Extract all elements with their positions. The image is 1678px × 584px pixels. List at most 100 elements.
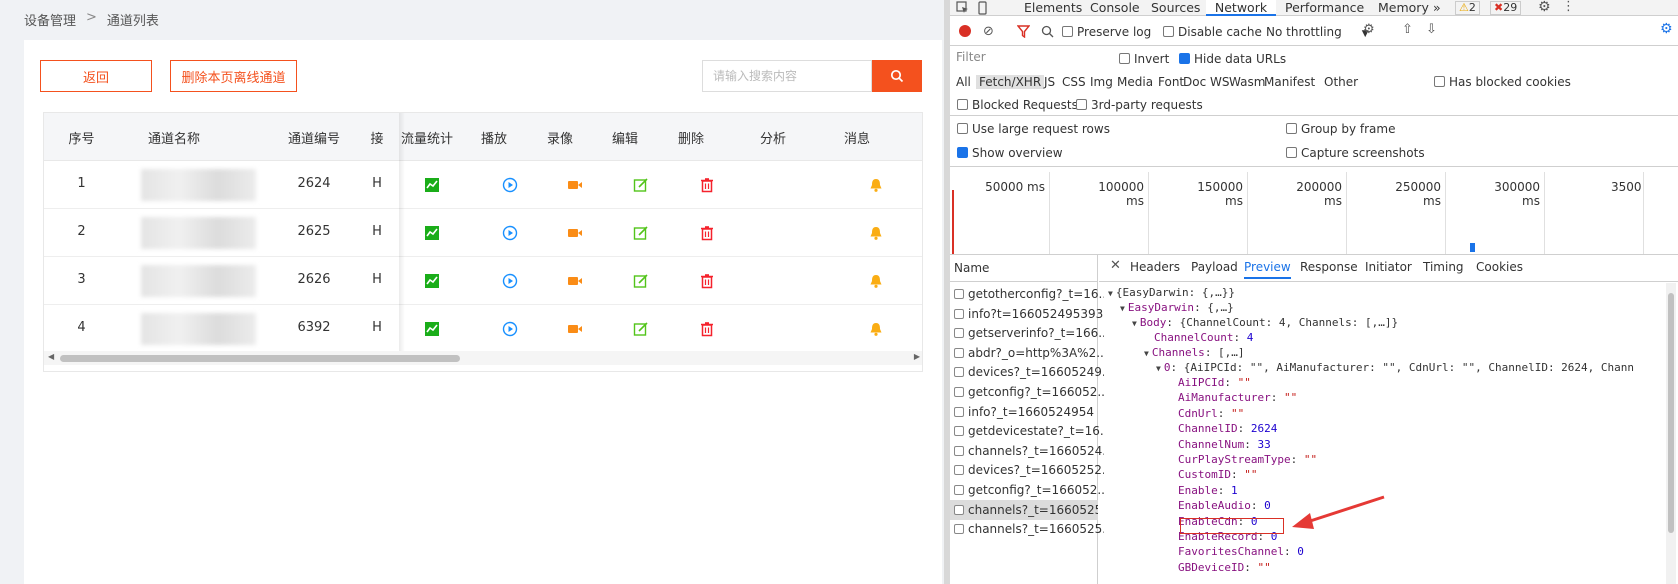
- request-row[interactable]: channels?_t=1660524...: [954, 441, 1104, 461]
- settings-gear-icon[interactable]: ⚙: [1538, 0, 1551, 15]
- tree-channelcount[interactable]: ChannelCount: 4: [1154, 331, 1253, 344]
- search-input[interactable]: 请输入搜索内容: [702, 60, 872, 92]
- tree-field[interactable]: CustomID: "": [1178, 468, 1257, 481]
- bell-icon[interactable]: [868, 225, 884, 241]
- show-overview-check[interactable]: [957, 147, 968, 158]
- record-video-icon[interactable]: [567, 225, 583, 241]
- type-filter-wasm[interactable]: Wasm: [1229, 75, 1265, 89]
- tree-field[interactable]: ChannelID: 2624: [1178, 422, 1277, 435]
- tree-field[interactable]: FavoritesChannel: 0: [1178, 545, 1304, 558]
- record-video-icon[interactable]: [567, 177, 583, 193]
- show-overview-checkbox[interactable]: Show overview: [957, 146, 1063, 160]
- request-row[interactable]: info?_t=1660524954: [954, 402, 1104, 422]
- network-settings-icon[interactable]: ⚙: [1660, 21, 1673, 37]
- bell-icon[interactable]: [868, 273, 884, 289]
- tree-field[interactable]: EnableAudio: 0: [1178, 499, 1271, 512]
- tree-field[interactable]: AiManufacturer: "": [1178, 391, 1297, 404]
- preserve-log-check[interactable]: [1062, 26, 1073, 37]
- hide-data-urls-check[interactable]: [1179, 53, 1190, 64]
- breadcrumb-device-management[interactable]: 设备管理: [24, 10, 76, 29]
- detail-tab-cookies[interactable]: Cookies: [1476, 260, 1523, 274]
- request-row[interactable]: getdevicestate?_t=16...: [954, 421, 1104, 441]
- has-blocked-cookies-check[interactable]: [1434, 76, 1445, 87]
- edit-icon[interactable]: [633, 177, 649, 193]
- traffic-chart-icon[interactable]: [424, 273, 440, 289]
- edit-icon[interactable]: [633, 273, 649, 289]
- hide-data-urls-checkbox[interactable]: Hide data URLs: [1179, 52, 1286, 66]
- more-tabs-button[interactable]: »: [1433, 0, 1441, 16]
- play-icon[interactable]: [502, 177, 518, 193]
- expand-triangle-icon[interactable]: ▼: [1120, 304, 1125, 313]
- type-filter-fetchxhr[interactable]: Fetch/XHR: [976, 75, 1045, 89]
- expand-triangle-icon[interactable]: ▼: [1156, 364, 1161, 373]
- disable-cache-checkbox[interactable]: Disable cache: [1163, 25, 1262, 39]
- request-row[interactable]: getconfig?_t=166052...: [954, 480, 1104, 500]
- tree-root[interactable]: ▼ {EasyDarwin: {,…}}: [1108, 286, 1235, 299]
- back-button[interactable]: 返回: [40, 60, 152, 92]
- record-video-icon[interactable]: [567, 321, 583, 337]
- tree-field[interactable]: Enable: 1: [1178, 484, 1238, 497]
- large-rows-check[interactable]: [957, 123, 968, 134]
- throttling-select[interactable]: No throttling ▼: [1266, 25, 1369, 39]
- type-filter-img[interactable]: Img: [1090, 75, 1113, 89]
- tree-field[interactable]: AiIPCId: "": [1178, 376, 1251, 389]
- tree-field[interactable]: CurPlayStreamType: "": [1178, 453, 1317, 466]
- filter-input[interactable]: Filter: [954, 50, 1104, 68]
- tab-memory[interactable]: Memory: [1378, 0, 1429, 16]
- detail-tab-preview[interactable]: Preview: [1244, 260, 1291, 279]
- request-row[interactable]: getserverinfo?_t=166...: [954, 323, 1104, 343]
- preview-scrollbar[interactable]: [1666, 283, 1676, 584]
- expand-triangle-icon[interactable]: ▼: [1132, 319, 1137, 328]
- type-filter-all[interactable]: All: [956, 75, 971, 89]
- request-row[interactable]: getotherconfig?_t=16...: [954, 284, 1104, 304]
- expand-triangle-icon[interactable]: ▼: [1108, 289, 1113, 298]
- request-row[interactable]: channels?_t=1660525...: [950, 499, 1098, 520]
- tab-performance[interactable]: Performance: [1285, 0, 1364, 16]
- delete-offline-channels-button[interactable]: 删除本页离线通道: [170, 60, 297, 92]
- group-by-frame-check[interactable]: [1286, 123, 1297, 134]
- tree-field[interactable]: GBDeviceID: "": [1178, 561, 1271, 574]
- request-row[interactable]: getconfig?_t=166052...: [954, 382, 1104, 402]
- play-icon[interactable]: [502, 273, 518, 289]
- blocked-requests-checkbox[interactable]: Blocked Requests: [957, 98, 1078, 112]
- play-icon[interactable]: [502, 321, 518, 337]
- network-conditions-icon[interactable]: ⚙: [1363, 22, 1375, 37]
- horizontal-scrollbar[interactable]: ◀ ▶: [44, 351, 922, 365]
- third-party-checkbox[interactable]: 3rd-party requests: [1076, 98, 1203, 112]
- device-toolbar-icon[interactable]: [976, 1, 990, 15]
- group-by-frame-checkbox[interactable]: Group by frame: [1286, 122, 1395, 136]
- traffic-chart-icon[interactable]: [424, 177, 440, 193]
- delete-trash-icon[interactable]: [699, 177, 715, 193]
- export-har-icon[interactable]: ⇩: [1426, 22, 1437, 37]
- tree-channel-0[interactable]: ▼ 0: {AiIPCId: "", AiManufacturer: "", Cd…: [1156, 361, 1634, 374]
- request-row[interactable]: devices?_t=16605249...: [954, 362, 1104, 382]
- detail-tab-initiator[interactable]: Initiator: [1365, 260, 1412, 274]
- request-row[interactable]: devices?_t=16605252...: [954, 460, 1104, 480]
- request-row[interactable]: channels?_t=1660525...: [954, 519, 1104, 539]
- preview-scrollbar-thumb[interactable]: [1668, 293, 1674, 533]
- tab-sources[interactable]: Sources: [1151, 0, 1200, 16]
- name-column-header[interactable]: Name: [954, 261, 989, 275]
- tree-channels[interactable]: ▼ Channels: [,…]: [1144, 346, 1245, 359]
- bell-icon[interactable]: [868, 321, 884, 337]
- type-filter-manifest[interactable]: Manifest: [1264, 75, 1315, 89]
- type-filter-other[interactable]: Other: [1324, 75, 1358, 89]
- request-row[interactable]: abdr?_o=http%3A%2...: [954, 343, 1104, 363]
- type-filter-ws[interactable]: WS: [1210, 75, 1229, 89]
- scroll-left-icon[interactable]: ◀: [48, 352, 54, 361]
- scrollbar-thumb[interactable]: [60, 355, 460, 362]
- edit-icon[interactable]: [633, 225, 649, 241]
- delete-trash-icon[interactable]: [699, 273, 715, 289]
- tree-easydarwin[interactable]: ▼ EasyDarwin: {,…}: [1120, 301, 1234, 314]
- invert-checkbox[interactable]: Invert: [1119, 52, 1169, 66]
- import-har-icon[interactable]: ⇧: [1402, 22, 1413, 37]
- detail-tab-headers[interactable]: Headers: [1130, 260, 1180, 274]
- filter-icon[interactable]: [1017, 25, 1030, 38]
- type-filter-js[interactable]: JS: [1044, 75, 1055, 89]
- search-button[interactable]: [872, 60, 922, 92]
- delete-trash-icon[interactable]: [699, 321, 715, 337]
- search-network-icon[interactable]: [1041, 25, 1054, 38]
- detail-tab-response[interactable]: Response: [1300, 260, 1358, 274]
- detail-tab-payload[interactable]: Payload: [1191, 260, 1238, 274]
- type-filter-doc[interactable]: Doc: [1183, 75, 1206, 89]
